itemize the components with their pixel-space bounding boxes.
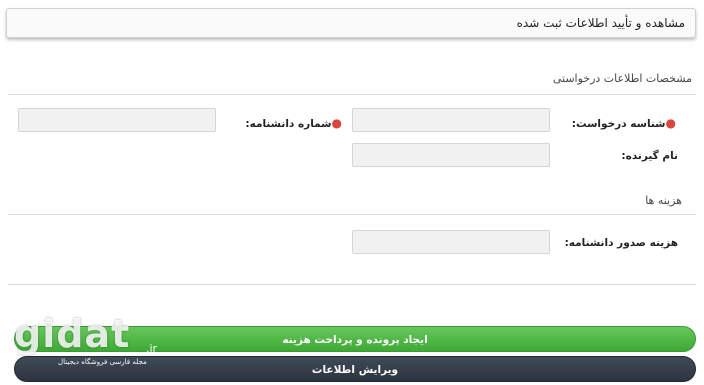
section-divider <box>8 214 696 215</box>
section-divider <box>8 284 696 285</box>
recipient-name-field[interactable] <box>352 143 550 167</box>
required-indicator: ● <box>665 116 676 130</box>
required-indicator: ● <box>331 116 342 130</box>
section-divider <box>8 94 696 95</box>
request-id-label: ●شناسه درخواست: <box>571 116 676 130</box>
certificate-number-field[interactable] <box>18 108 216 132</box>
page-title: مشاهده و تأیید اطلاعات ثبت شده <box>516 16 685 30</box>
cost-section-title: هزینه ها <box>645 194 682 207</box>
watermark-logo: gidat <box>14 312 131 356</box>
certificate-number-label: ●شماره دانشنامه: <box>245 116 342 130</box>
request-id-field[interactable] <box>352 108 550 132</box>
request-section-title: مشخصات اطلاعات درخواستی <box>552 72 692 85</box>
watermark-tagline: مجله فارسی فروشگاه دیجیتال <box>58 358 147 366</box>
recipient-name-label: نام گیرنده: <box>621 150 678 162</box>
watermark-tld: .ir <box>146 342 158 355</box>
page-header: مشاهده و تأیید اطلاعات ثبت شده <box>6 8 696 38</box>
certificate-fee-label: هزینه صدور دانشنامه: <box>564 237 678 249</box>
certificate-fee-field[interactable] <box>352 230 550 254</box>
